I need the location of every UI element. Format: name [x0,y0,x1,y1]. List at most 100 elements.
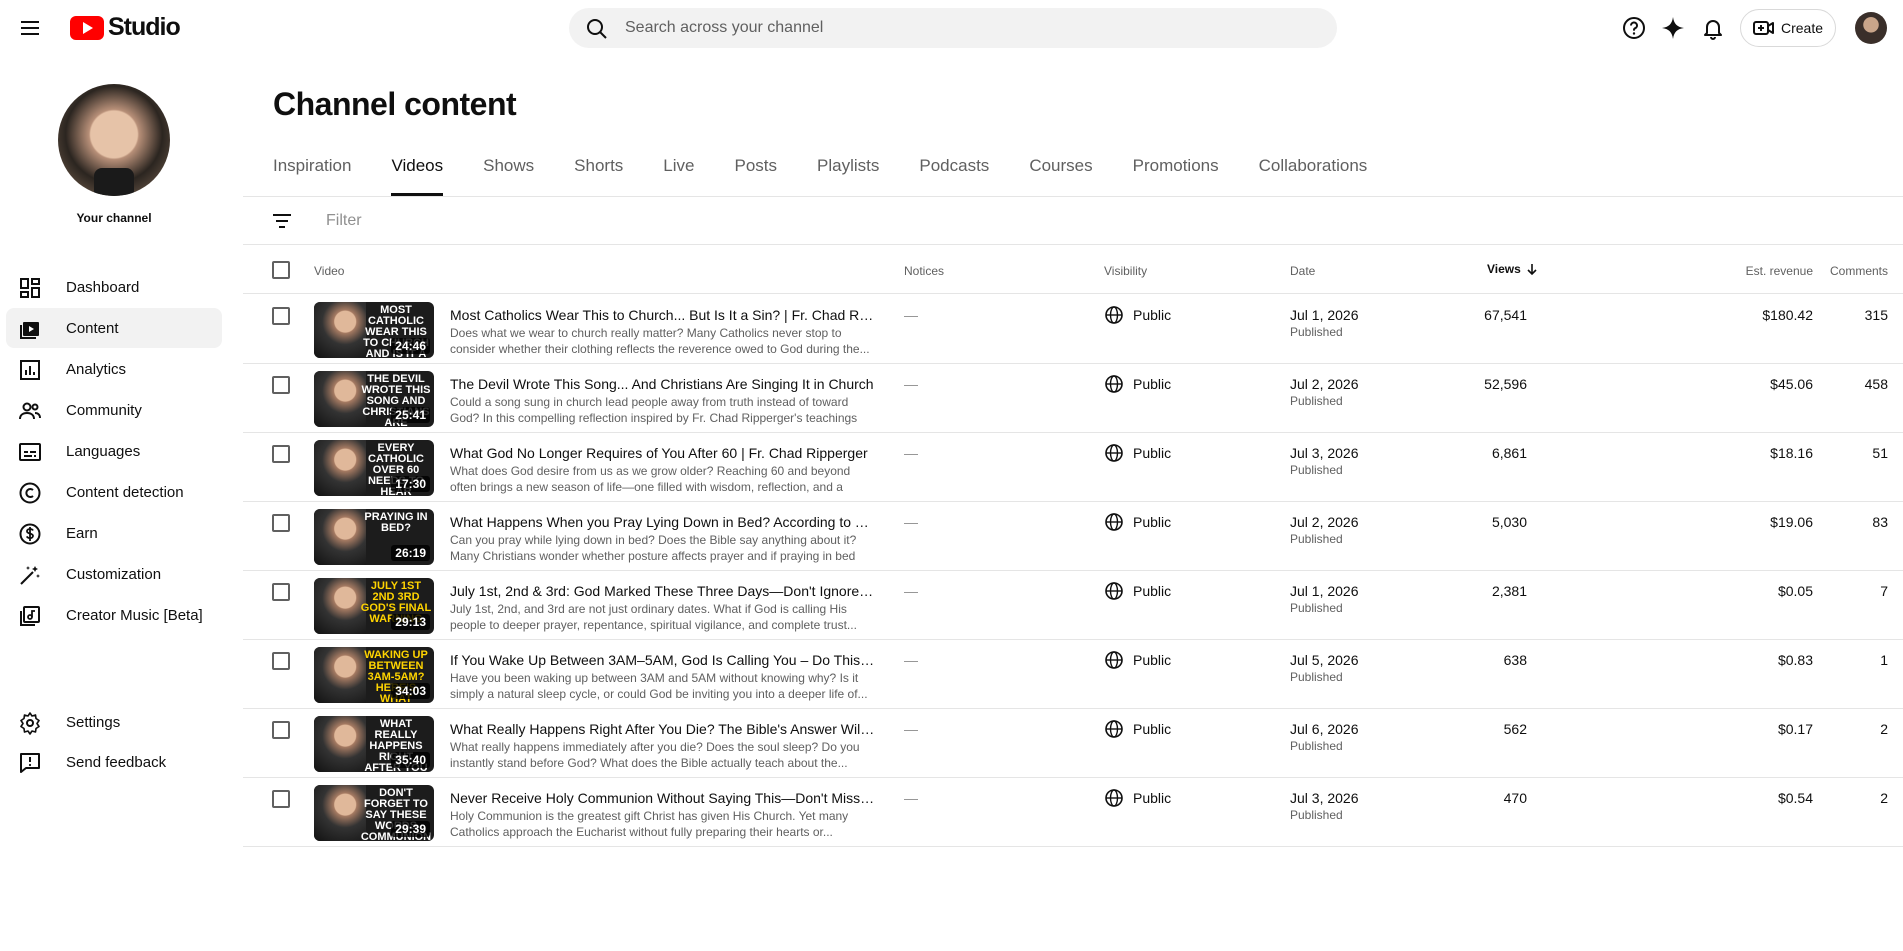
video-thumbnail[interactable]: Waking Up Between 3AM-5AM? Here's What E… [314,647,434,703]
thumbnail-portrait [314,785,366,841]
col-date[interactable]: Date [1290,264,1315,278]
sidebar-item-label: Creator Music [Beta] [66,606,203,624]
visibility-control[interactable]: Public [1104,650,1171,670]
video-duration: 17:30 [391,476,430,492]
table-row[interactable]: Waking Up Between 3AM-5AM? Here's What E… [243,640,1903,709]
sidebar-item-creator-music[interactable]: Creator Music [Beta] [6,595,222,635]
visibility-control[interactable]: Public [1104,443,1171,463]
visibility-control[interactable]: Public [1104,512,1171,532]
studio-logo[interactable]: Studio [70,13,181,42]
tab-shows[interactable]: Shows [483,156,534,196]
tab-shorts[interactable]: Shorts [574,156,623,196]
visibility-control[interactable]: Public [1104,719,1171,739]
video-thumbnail[interactable]: Don't Forget To Say These Words Communio… [314,785,434,841]
table-row[interactable]: Praying In Bed? 26:19 What Happens When yo… [243,502,1903,571]
logo-text: Studio [108,13,181,41]
channel-avatar[interactable] [58,84,170,196]
tab-collaborations[interactable]: Collaborations [1259,156,1368,196]
row-checkbox[interactable] [272,790,290,808]
video-thumbnail[interactable]: The Devil Wrote This Song And Christians… [314,371,434,427]
col-views-sort[interactable]: Views [1487,262,1539,276]
video-title[interactable]: Never Receive Holy Communion Without Say… [450,790,875,806]
video-thumbnail[interactable]: July 1st 2nd 3rd God's Final Warning29:1… [314,578,434,634]
languages-icon [19,443,41,461]
video-duration: 29:39 [391,821,430,837]
row-checkbox[interactable] [272,514,290,532]
sidebar-item-content-detection[interactable]: Content detection [6,472,222,512]
notices-value: — [904,445,918,461]
video-title[interactable]: What God No Longer Requires of You After… [450,445,875,461]
row-checkbox[interactable] [272,376,290,394]
sidebar-item-earn[interactable]: Earn [6,513,222,553]
publish-status: Published [1290,463,1343,477]
filter-icon[interactable] [270,209,294,233]
content-icon [20,322,39,339]
notices-value: — [904,652,918,668]
video-title[interactable]: Most Catholics Wear This to Church... Bu… [450,307,875,323]
table-row[interactable]: The Devil Wrote This Song And Christians… [243,364,1903,433]
tab-courses[interactable]: Courses [1029,156,1092,196]
notices-value: — [904,514,918,530]
sidebar-item-community[interactable]: Community [6,390,222,430]
row-checkbox[interactable] [272,583,290,601]
visibility-label: Public [1133,514,1172,530]
tab-live[interactable]: Live [663,156,694,196]
table-row[interactable]: July 1st 2nd 3rd God's Final Warning29:1… [243,571,1903,640]
visibility-control[interactable]: Public [1104,788,1171,808]
video-thumbnail[interactable]: What Really Happens Right After You Die?… [314,716,434,772]
select-all-checkbox[interactable] [272,261,290,279]
video-thumbnail[interactable]: Every Catholic Over 60 Needs To Hear17:3… [314,440,434,496]
sidebar-item-content[interactable]: Content [6,308,222,348]
tab-podcasts[interactable]: Podcasts [919,156,989,196]
sidebar-item-settings[interactable]: Settings [6,702,222,742]
table-row[interactable]: Don't Forget To Say These Words Communio… [243,778,1903,847]
table-row[interactable]: What Really Happens Right After You Die?… [243,709,1903,778]
col-comments[interactable]: Comments [1823,264,1888,278]
row-checkbox[interactable] [272,307,290,325]
search-icon[interactable] [585,17,609,41]
account-avatar[interactable] [1855,12,1887,44]
thumbnail-portrait [314,509,366,565]
views-value: 638 [1503,652,1527,668]
video-title[interactable]: The Devil Wrote This Song... And Christi… [450,376,875,392]
col-revenue[interactable]: Est. revenue [1663,264,1813,278]
row-checkbox[interactable] [272,652,290,670]
sidebar-item-dashboard[interactable]: Dashboard [6,267,222,307]
notices-value: — [904,307,918,323]
community-icon [19,402,41,420]
video-title[interactable]: What Really Happens Right After You Die?… [450,721,875,737]
help-icon[interactable] [1620,14,1648,42]
top-bar: Studio Create [0,0,1903,56]
table-row[interactable]: Most Catholic Wear This To Church And Is… [243,295,1903,364]
sidebar-item-customization[interactable]: Customization [6,554,222,594]
tab-videos[interactable]: Videos [391,156,443,196]
create-button[interactable]: Create [1740,9,1836,47]
music-icon [20,606,40,626]
search-input[interactable] [625,8,1315,48]
tab-playlists[interactable]: Playlists [817,156,879,196]
menu-icon[interactable] [18,16,42,40]
publish-status: Published [1290,670,1343,684]
sidebar-item-languages[interactable]: Languages [6,431,222,471]
row-checkbox[interactable] [272,721,290,739]
youtube-logo-icon [70,15,104,40]
video-thumbnail[interactable]: Most Catholic Wear This To Church And Is… [314,302,434,358]
visibility-control[interactable]: Public [1104,374,1171,394]
table-row[interactable]: Every Catholic Over 60 Needs To Hear17:3… [243,433,1903,502]
video-title[interactable]: What Happens When you Pray Lying Down in… [450,514,875,530]
thumbnail-portrait [314,440,366,496]
video-title[interactable]: July 1st, 2nd & 3rd: God Marked These Th… [450,583,875,599]
visibility-control[interactable]: Public [1104,581,1171,601]
tab-posts[interactable]: Posts [734,156,777,196]
notifications-icon[interactable] [1699,14,1727,42]
video-title[interactable]: If You Wake Up Between 3AM–5AM, God Is C… [450,652,875,668]
tab-promotions[interactable]: Promotions [1133,156,1219,196]
sparkle-icon[interactable] [1659,14,1687,42]
filter-input[interactable] [326,205,926,237]
video-thumbnail[interactable]: Praying In Bed? 26:19 [314,509,434,565]
sidebar-item-send-feedback[interactable]: Send feedback [6,742,222,782]
tab-inspiration[interactable]: Inspiration [273,156,351,196]
visibility-control[interactable]: Public [1104,305,1171,325]
row-checkbox[interactable] [272,445,290,463]
sidebar-item-analytics[interactable]: Analytics [6,349,222,389]
